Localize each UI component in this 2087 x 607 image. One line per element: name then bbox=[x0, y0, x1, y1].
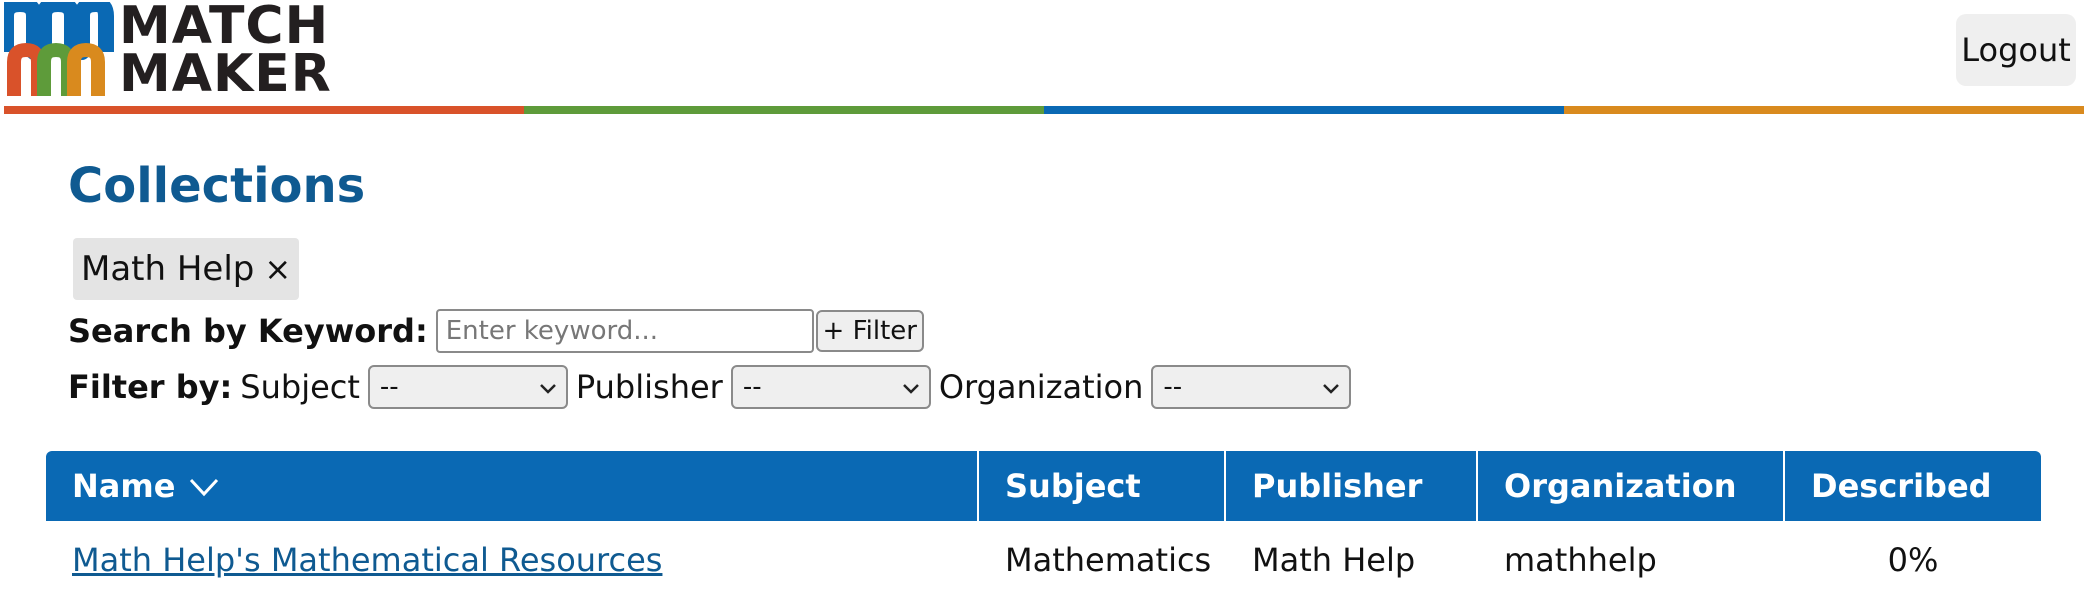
filter-row: Filter by: Subject -- Publisher -- Organ… bbox=[68, 364, 1352, 410]
search-label: Search by Keyword: bbox=[68, 312, 428, 350]
cell-publisher: Math Help bbox=[1252, 541, 1416, 579]
organization-select[interactable]: -- bbox=[1151, 365, 1352, 409]
color-bar-segment-blue bbox=[1044, 106, 1564, 114]
table-header: Name Subject Publisher Organization Desc… bbox=[46, 451, 2041, 521]
logo-mark-icon bbox=[4, 2, 114, 96]
subject-label: Subject bbox=[240, 368, 360, 406]
column-header-name-label: Name bbox=[72, 467, 176, 505]
remove-filter-icon[interactable]: × bbox=[264, 250, 291, 288]
cell-subject: Mathematics bbox=[1005, 541, 1212, 579]
brand-color-bar bbox=[4, 106, 2084, 114]
publisher-select-value: -- bbox=[742, 372, 762, 402]
chevron-down-icon bbox=[1323, 375, 1340, 399]
table-row: Math Help's Mathematical Resources Mathe… bbox=[46, 521, 2041, 599]
subject-select[interactable]: -- bbox=[367, 365, 568, 409]
matchmaker-logo[interactable]: MATCH MAKER bbox=[4, 0, 331, 100]
active-filter-label: Math Help bbox=[81, 249, 255, 289]
subject-select-value: -- bbox=[379, 372, 399, 402]
color-bar-segment-orange bbox=[4, 106, 524, 114]
color-bar-segment-yellow bbox=[1564, 106, 2084, 114]
column-header-subject[interactable]: Subject bbox=[979, 451, 1226, 521]
sort-descending-icon[interactable] bbox=[189, 467, 219, 505]
column-header-name[interactable]: Name bbox=[46, 451, 979, 521]
collection-link[interactable]: Math Help's Mathematical Resources bbox=[72, 541, 662, 579]
column-header-described[interactable]: Described bbox=[1785, 451, 2041, 521]
cell-name: Math Help's Mathematical Resources bbox=[46, 541, 979, 579]
chevron-down-icon bbox=[902, 375, 919, 399]
page-title: Collections bbox=[68, 158, 366, 214]
chevron-down-icon bbox=[540, 375, 556, 399]
filter-by-label: Filter by: bbox=[68, 368, 233, 406]
logout-button[interactable]: Logout bbox=[1956, 14, 2076, 86]
keyword-search-row: Search by Keyword: + Filter bbox=[68, 308, 924, 354]
column-header-publisher[interactable]: Publisher bbox=[1226, 451, 1478, 521]
add-filter-button[interactable]: + Filter bbox=[815, 310, 924, 352]
color-bar-segment-green bbox=[524, 106, 1044, 114]
logo-line-1: MATCH bbox=[119, 0, 330, 56]
active-filter-chip[interactable]: Math Help × bbox=[73, 238, 300, 300]
cell-described: 0% bbox=[1887, 541, 1939, 579]
column-header-organization[interactable]: Organization bbox=[1478, 451, 1785, 521]
organization-select-value: -- bbox=[1163, 372, 1183, 402]
organization-label: Organization bbox=[938, 368, 1144, 406]
collections-table: Name Subject Publisher Organization Desc… bbox=[46, 451, 2041, 599]
publisher-select[interactable]: -- bbox=[730, 365, 931, 409]
logo-wordmark: MATCH MAKER bbox=[119, 0, 332, 104]
logo-line-2: MAKER bbox=[119, 44, 332, 104]
keyword-input[interactable] bbox=[435, 309, 814, 353]
cell-organization: mathhelp bbox=[1504, 541, 1657, 579]
publisher-label: Publisher bbox=[575, 368, 723, 406]
app-header: MATCH MAKER Logout bbox=[0, 0, 2087, 116]
